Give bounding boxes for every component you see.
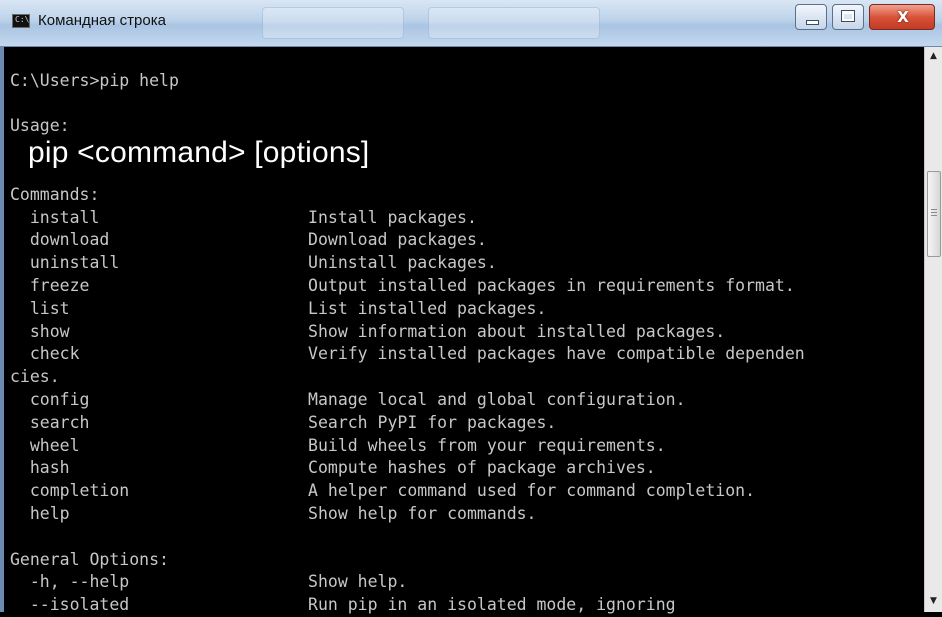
- scroll-up-arrow-icon[interactable]: ▲: [925, 47, 942, 65]
- background-window-ghost: [428, 7, 600, 39]
- console-line: list List installed packages.: [10, 298, 547, 318]
- vertical-scrollbar[interactable]: ▲ ▼: [924, 47, 942, 612]
- thumb-grip: [931, 212, 937, 213]
- console-line: help Show help for commands.: [10, 503, 537, 523]
- console-line: completion A helper command used for com…: [10, 481, 756, 501]
- console-line: search Search PyPI for packages.: [10, 412, 557, 432]
- close-button[interactable]: X: [869, 4, 935, 30]
- console-line: show Show information about installed pa…: [10, 321, 726, 341]
- console-line: config Manage local and global configura…: [10, 389, 686, 409]
- console-line: cies.: [10, 367, 60, 387]
- minimize-icon: [806, 20, 819, 25]
- console-line: -h, --help Show help.: [10, 572, 408, 592]
- console-line: uninstall Uninstall packages.: [10, 253, 497, 273]
- console-line: C:\Users>pip help: [10, 70, 179, 90]
- maximize-button[interactable]: [832, 4, 864, 30]
- thumb-grip: [931, 215, 937, 216]
- console-text: C:\Users>pip help Usage: Commands: install…: [4, 47, 928, 617]
- minimize-button[interactable]: [795, 4, 827, 30]
- console-line: Commands:: [10, 184, 100, 204]
- close-icon: X: [897, 8, 909, 26]
- background-window-ghost: [262, 7, 404, 39]
- usage-overlay-text: pip <command> [options]: [28, 136, 370, 169]
- console-line: freeze Output installed packages in requ…: [10, 275, 795, 295]
- maximize-icon: [841, 10, 855, 22]
- console-line: Usage:: [10, 116, 70, 136]
- window-title: Командная строка: [38, 12, 166, 29]
- console-line: install Install packages.: [10, 207, 477, 227]
- console-output[interactable]: C:\Users>pip help Usage: Commands: install…: [0, 47, 928, 614]
- scroll-down-arrow-icon[interactable]: ▼: [925, 592, 942, 610]
- console-line: download Download packages.: [10, 230, 487, 250]
- scroll-thumb[interactable]: [927, 171, 941, 257]
- console-line: General Options:: [10, 549, 169, 569]
- console-line: wheel Build wheels from your requirement…: [10, 435, 666, 455]
- cmd-app-icon[interactable]: C:\: [12, 14, 30, 28]
- console-line: hash Compute hashes of package archives.: [10, 458, 656, 478]
- console-line: --isolated Run pip in an isolated mode, …: [10, 595, 676, 615]
- thumb-grip: [931, 209, 937, 210]
- title-bar[interactable]: C:\ Командная строка X: [0, 0, 942, 47]
- console-line: check Verify installed packages have com…: [10, 344, 805, 364]
